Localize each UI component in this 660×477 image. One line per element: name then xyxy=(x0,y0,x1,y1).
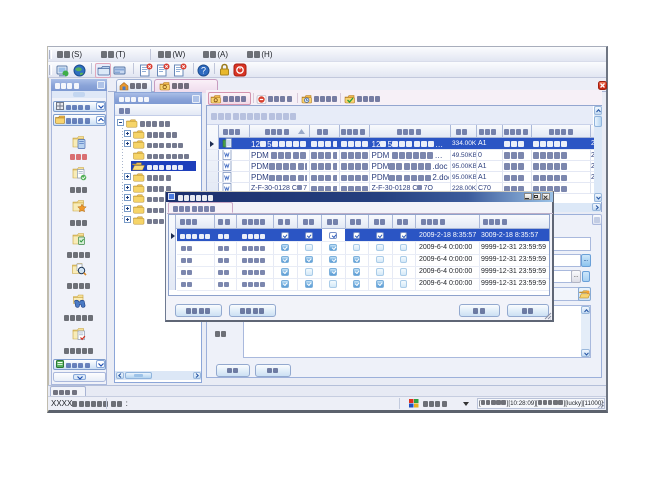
svg-text:?: ? xyxy=(201,66,206,76)
